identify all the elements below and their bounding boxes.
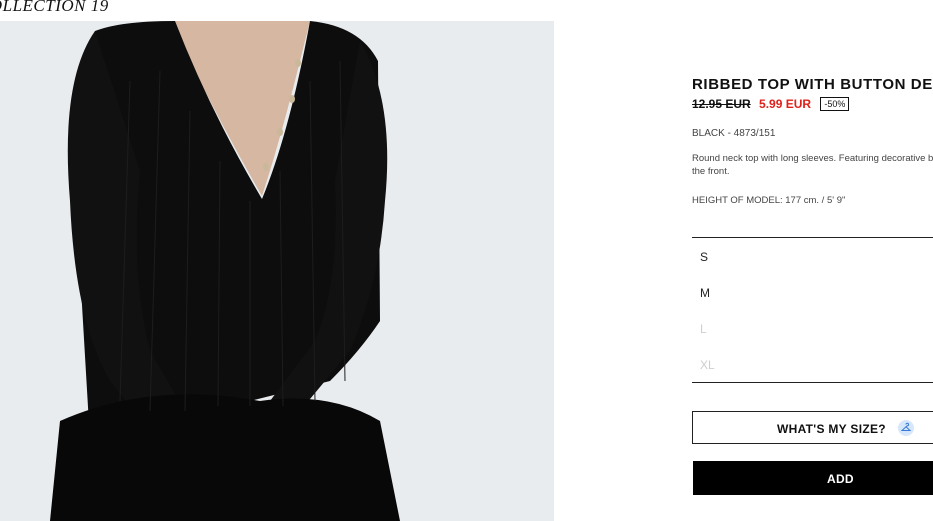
whats-my-size-button[interactable]: WHAT'S MY SIZE? (692, 411, 933, 444)
discount-badge: -50% (820, 97, 850, 111)
product-title: RIBBED TOP WITH BUTTON DETAILS (692, 76, 933, 93)
product-description: Round neck top with long sleeves. Featur… (692, 153, 933, 177)
whats-my-size-label: WHAT'S MY SIZE? (777, 422, 886, 436)
model-height: HEIGHT OF MODEL: 177 cm. / 5' 9" (692, 195, 846, 206)
product-image[interactable] (0, 21, 554, 521)
add-to-cart-button[interactable]: ADD (693, 461, 933, 495)
sale-price: 5.99 EUR (759, 97, 812, 111)
add-button-label: ADD (827, 472, 854, 486)
price-row: 12.95 EUR 5.99 EUR -50% (692, 97, 850, 111)
size-option-l: L (700, 322, 707, 336)
size-selector: S M L XL (692, 237, 933, 383)
hanger-icon (898, 420, 914, 436)
size-option-m[interactable]: M (700, 286, 710, 300)
size-option-xl: XL (700, 358, 715, 372)
color-reference: BLACK - 4873/151 (692, 128, 776, 139)
product-info-panel: RIBBED TOP WITH BUTTON DETAILS 12.95 EUR… (692, 0, 933, 521)
model-photo-illustration (0, 21, 554, 521)
size-option-s[interactable]: S (700, 250, 708, 264)
old-price: 12.95 EUR (692, 97, 751, 111)
collection-title: COLLECTION 19 (0, 0, 109, 15)
